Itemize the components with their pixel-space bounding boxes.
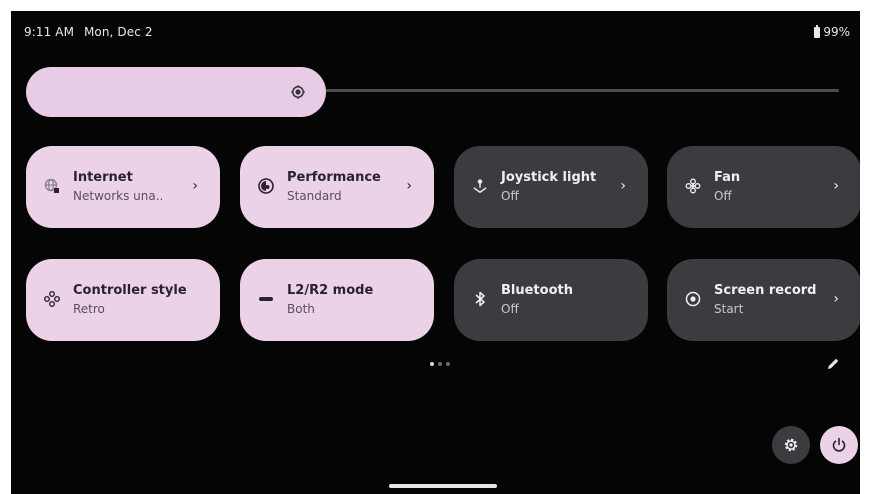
brightness-slider-track[interactable] bbox=[323, 89, 839, 92]
tile-subtitle: Off bbox=[501, 189, 519, 203]
gear-icon bbox=[784, 438, 798, 452]
tile-subtitle: Start bbox=[714, 302, 744, 316]
tile-title: Fan bbox=[714, 170, 741, 185]
tile-subtitle: Off bbox=[501, 302, 519, 316]
battery-icon bbox=[814, 24, 821, 38]
tile-performance[interactable]: Performance Standard › bbox=[240, 146, 434, 228]
tile-bluetooth[interactable]: Bluetooth Off bbox=[454, 259, 648, 341]
tile-subtitle: Standard bbox=[287, 189, 342, 203]
tile-subtitle: Retro bbox=[73, 302, 105, 316]
screen-record-icon bbox=[685, 291, 701, 307]
status-bar-right: 99% bbox=[814, 24, 850, 39]
chevron-right-icon: › bbox=[192, 178, 198, 194]
tile-screen-record[interactable]: Screen record Start › bbox=[667, 259, 860, 341]
internet-icon bbox=[44, 178, 60, 194]
tile-subtitle: Off bbox=[714, 189, 732, 203]
chevron-right-icon: › bbox=[833, 178, 839, 194]
tile-joystick-light[interactable]: Joystick light Off › bbox=[454, 146, 648, 228]
page-dot[interactable] bbox=[446, 362, 450, 366]
status-time: 9:11 AM bbox=[24, 25, 75, 39]
page-dot[interactable] bbox=[430, 362, 434, 366]
tile-title: Screen record bbox=[714, 283, 817, 298]
controller-icon bbox=[44, 291, 60, 307]
home-gesture-bar[interactable] bbox=[389, 484, 497, 488]
status-date: Mon, Dec 2 bbox=[83, 25, 153, 39]
tile-title: L2/R2 mode bbox=[287, 283, 374, 298]
brightness-slider[interactable] bbox=[26, 67, 326, 117]
power-icon bbox=[832, 437, 846, 452]
edit-pencil-icon[interactable] bbox=[826, 356, 840, 375]
settings-button[interactable] bbox=[772, 426, 810, 464]
trigger-icon bbox=[258, 291, 274, 307]
tile-title: Internet bbox=[73, 170, 133, 185]
tile-title: Controller style bbox=[73, 283, 187, 298]
joystick-icon bbox=[472, 178, 488, 194]
tile-controller-style[interactable]: Controller style Retro bbox=[26, 259, 220, 341]
brightness-icon bbox=[291, 84, 305, 103]
tile-title: Joystick light bbox=[501, 170, 597, 185]
tile-title: Performance bbox=[287, 170, 381, 185]
tile-title: Bluetooth bbox=[501, 283, 573, 298]
fan-icon bbox=[685, 178, 701, 194]
chevron-right-icon: › bbox=[833, 291, 839, 307]
power-button[interactable] bbox=[820, 426, 858, 464]
performance-icon bbox=[258, 178, 274, 194]
tile-internet[interactable]: Internet Networks una.. › bbox=[26, 146, 220, 228]
tile-fan[interactable]: Fan Off › bbox=[667, 146, 860, 228]
status-bar-left: 9:11 AM Mon, Dec 2 bbox=[24, 25, 159, 39]
tile-l2r2-mode[interactable]: L2/R2 mode Both bbox=[240, 259, 434, 341]
tile-subtitle: Both bbox=[287, 302, 315, 316]
page-dot[interactable] bbox=[438, 362, 442, 366]
tile-subtitle: Networks una.. bbox=[73, 189, 164, 203]
chevron-right-icon: › bbox=[620, 178, 626, 194]
chevron-right-icon: › bbox=[406, 178, 412, 194]
battery-level: 99% bbox=[823, 25, 850, 39]
bluetooth-icon bbox=[472, 291, 488, 307]
page-indicator bbox=[430, 362, 450, 366]
quick-settings-panel: 9:11 AM Mon, Dec 2 99% Internet Networks… bbox=[11, 11, 860, 494]
